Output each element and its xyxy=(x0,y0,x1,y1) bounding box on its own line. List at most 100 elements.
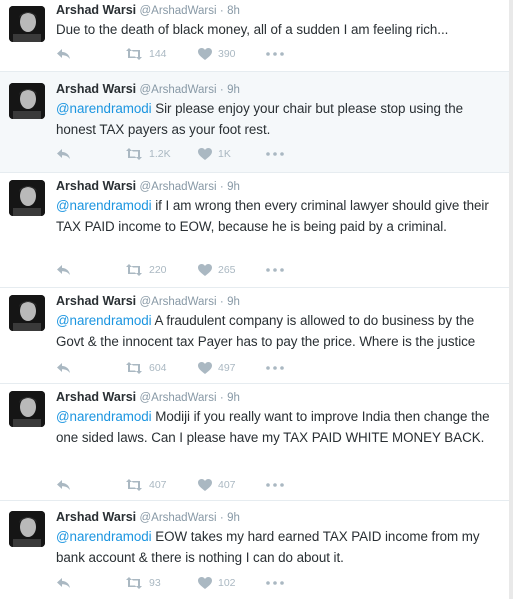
more-icon xyxy=(266,483,284,487)
tweet-actions: 93 102 xyxy=(56,575,356,591)
more-button[interactable] xyxy=(266,46,284,62)
mention-link[interactable]: @narendramodi xyxy=(56,101,152,116)
tweet-timeline: Arshad Warsi @ArshadWarsi · 8h Due to th… xyxy=(0,0,513,599)
like-button[interactable]: 407 xyxy=(198,477,236,493)
retweet-button[interactable]: 220 xyxy=(125,262,167,278)
tweet[interactable]: Arshad Warsi @ArshadWarsi · 8h Due to th… xyxy=(0,0,509,72)
avatar[interactable] xyxy=(9,511,45,547)
separator-dot: · xyxy=(219,512,224,524)
more-button[interactable] xyxy=(266,360,284,376)
author-name[interactable]: Arshad Warsi xyxy=(56,390,136,404)
mention-link[interactable]: @narendramodi xyxy=(56,198,152,213)
separator-dot: · xyxy=(219,392,224,404)
avatar[interactable] xyxy=(9,83,45,119)
like-count: 1K xyxy=(218,148,231,160)
more-button[interactable] xyxy=(266,477,284,493)
like-button[interactable]: 497 xyxy=(198,360,236,376)
tweet-timestamp[interactable]: 9h xyxy=(227,84,240,96)
tweet-timestamp[interactable]: 9h xyxy=(227,296,240,308)
tweet-text: @narendramodi Modiji if you really want … xyxy=(56,407,497,448)
scrollbar[interactable] xyxy=(509,0,513,599)
reply-icon xyxy=(56,362,71,374)
like-count: 497 xyxy=(218,362,236,374)
retweet-button[interactable]: 407 xyxy=(125,477,167,493)
tweet[interactable]: Arshad Warsi @ArshadWarsi · 9h @narendra… xyxy=(0,288,509,384)
author-name[interactable]: Arshad Warsi xyxy=(56,82,136,96)
heart-icon xyxy=(198,479,212,491)
tweet-actions: 220 265 xyxy=(56,262,356,278)
more-icon xyxy=(266,366,284,370)
tweet-actions: 144 390 xyxy=(56,46,356,62)
tweet-timestamp[interactable]: 8h xyxy=(227,5,240,17)
retweet-button[interactable]: 144 xyxy=(125,46,167,62)
tweet-text: @narendramodi A fraudulent company is al… xyxy=(56,311,497,352)
like-button[interactable]: 1K xyxy=(198,146,231,162)
retweet-button[interactable]: 604 xyxy=(125,360,167,376)
author-name[interactable]: Arshad Warsi xyxy=(56,294,136,308)
retweet-button[interactable]: 1.2K xyxy=(125,146,171,162)
separator-dot: · xyxy=(219,181,224,193)
mention-link[interactable]: @narendramodi xyxy=(56,313,152,328)
retweet-count: 220 xyxy=(149,264,167,276)
like-button[interactable]: 102 xyxy=(198,575,236,591)
like-count: 102 xyxy=(218,577,236,589)
author-handle[interactable]: @ArshadWarsi xyxy=(139,181,216,193)
author-name[interactable]: Arshad Warsi xyxy=(56,3,136,17)
reply-button[interactable] xyxy=(56,262,71,278)
retweet-icon xyxy=(125,577,143,589)
more-button[interactable] xyxy=(266,146,284,162)
avatar[interactable] xyxy=(9,180,45,216)
separator-dot: · xyxy=(219,5,224,17)
tweet[interactable]: Arshad Warsi @ArshadWarsi · 9h @narendra… xyxy=(0,72,509,173)
author-handle[interactable]: @ArshadWarsi xyxy=(139,5,216,17)
more-icon xyxy=(266,52,284,56)
retweet-icon xyxy=(125,362,143,374)
tweet-actions: 1.2K 1K xyxy=(56,146,356,162)
retweet-icon xyxy=(125,264,143,276)
retweet-count: 1.2K xyxy=(149,148,171,160)
separator-dot: · xyxy=(219,296,224,308)
tweet[interactable]: Arshad Warsi @ArshadWarsi · 9h @narendra… xyxy=(0,384,509,501)
tweet-actions: 604 497 xyxy=(56,360,356,376)
retweet-icon xyxy=(125,479,143,491)
tweet-timestamp[interactable]: 9h xyxy=(227,181,240,193)
retweet-count: 144 xyxy=(149,48,167,60)
more-button[interactable] xyxy=(266,262,284,278)
reply-icon xyxy=(56,48,71,60)
more-button[interactable] xyxy=(266,575,284,591)
like-count: 407 xyxy=(218,479,236,491)
mention-link[interactable]: @narendramodi xyxy=(56,529,152,544)
reply-button[interactable] xyxy=(56,146,71,162)
heart-icon xyxy=(198,577,212,589)
retweet-count: 407 xyxy=(149,479,167,491)
reply-button[interactable] xyxy=(56,360,71,376)
retweet-button[interactable]: 93 xyxy=(125,575,161,591)
tweet[interactable]: Arshad Warsi @ArshadWarsi · 9h @narendra… xyxy=(0,501,509,599)
tweet-text: @narendramodi EOW takes my hard earned T… xyxy=(56,527,497,568)
reply-button[interactable] xyxy=(56,477,71,493)
tweet-timestamp[interactable]: 9h xyxy=(227,392,240,404)
like-button[interactable]: 390 xyxy=(198,46,236,62)
author-handle[interactable]: @ArshadWarsi xyxy=(139,512,216,524)
heart-icon xyxy=(198,362,212,374)
author-handle[interactable]: @ArshadWarsi xyxy=(139,84,216,96)
author-name[interactable]: Arshad Warsi xyxy=(56,179,136,193)
reply-icon xyxy=(56,148,71,160)
tweet[interactable]: Arshad Warsi @ArshadWarsi · 9h @narendra… xyxy=(0,173,509,288)
avatar[interactable] xyxy=(9,6,45,42)
like-count: 390 xyxy=(218,48,236,60)
reply-button[interactable] xyxy=(56,46,71,62)
reply-button[interactable] xyxy=(56,575,71,591)
mention-link[interactable]: @narendramodi xyxy=(56,409,152,424)
heart-icon xyxy=(198,48,212,60)
like-button[interactable]: 265 xyxy=(198,262,236,278)
author-handle[interactable]: @ArshadWarsi xyxy=(139,392,216,404)
more-icon xyxy=(266,268,284,272)
avatar[interactable] xyxy=(9,391,45,427)
like-count: 265 xyxy=(218,264,236,276)
author-name[interactable]: Arshad Warsi xyxy=(56,510,136,524)
reply-icon xyxy=(56,479,71,491)
avatar[interactable] xyxy=(9,295,45,331)
tweet-timestamp[interactable]: 9h xyxy=(227,512,240,524)
author-handle[interactable]: @ArshadWarsi xyxy=(139,296,216,308)
